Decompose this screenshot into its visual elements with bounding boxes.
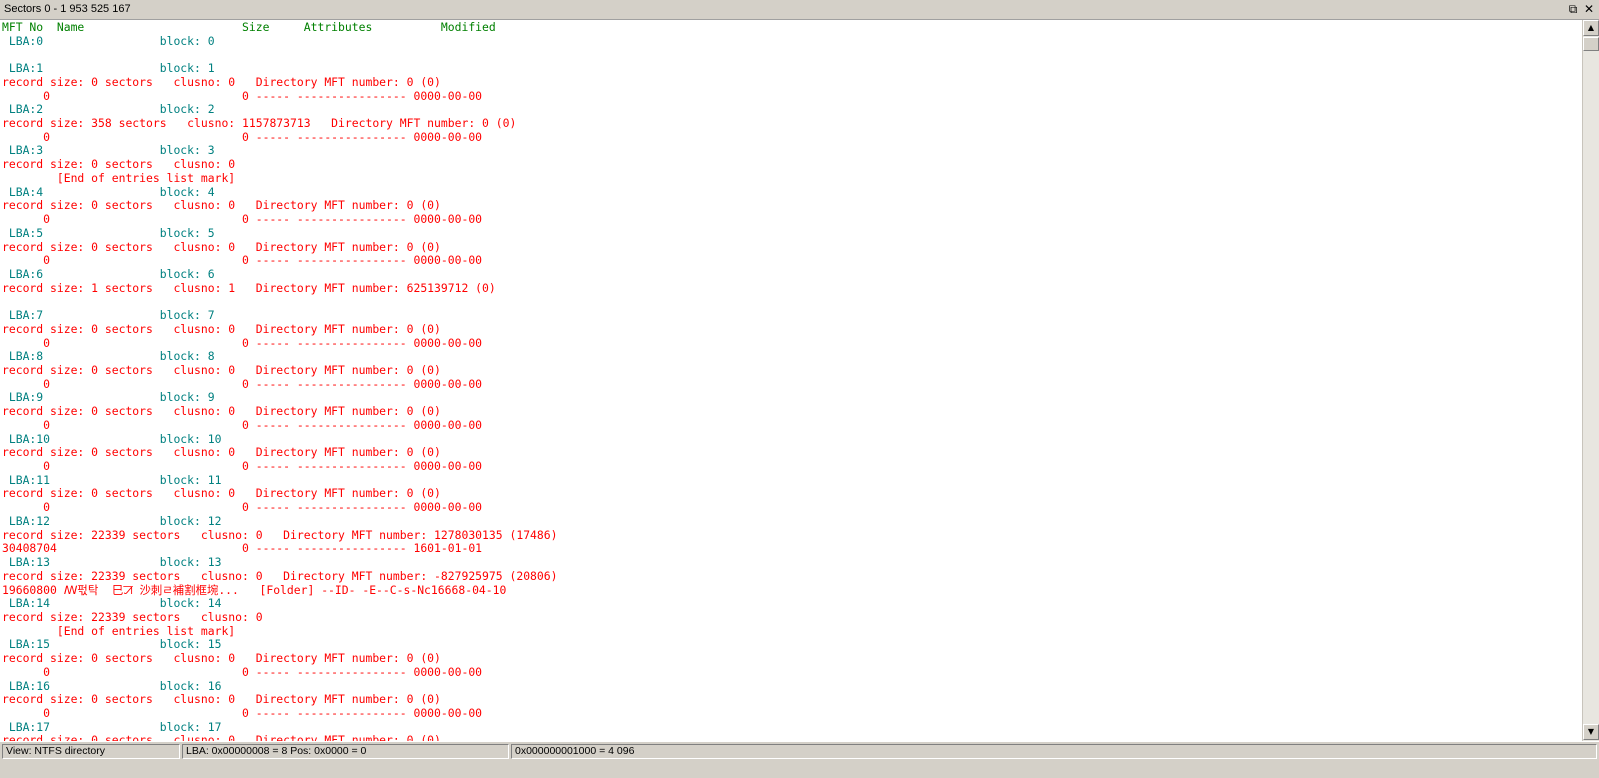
record-line: 0 0 ----- ---------------- 0000-00-00 [2,253,483,267]
record-line: record size: 0 sectors clusno: 0 Directo… [2,75,441,89]
record-line: record size: 0 sectors clusno: 0 Directo… [2,404,441,418]
record-line: record size: 0 sectors clusno: 0 Directo… [2,486,441,500]
column-header: MFT No Name Size Attributes Modified [2,20,496,34]
record-line: 0 0 ----- ---------------- 0000-00-00 [2,706,483,720]
status-bar: View: NTFS directory LBA: 0x00000008 = 8… [0,741,1599,778]
record-line: record size: 0 sectors clusno: 0 Directo… [2,445,441,459]
lba-line: LBA:10 block: 10 [2,432,222,446]
record-line: [End of entries list mark] [2,171,236,185]
record-line: record size: 1 sectors clusno: 1 Directo… [2,281,496,295]
record-line: record size: 0 sectors clusno: 0 Directo… [2,733,441,741]
window-title: Sectors 0 - 1 953 525 167 [4,3,131,15]
arrow-down-icon[interactable]: ▼ [1583,724,1599,740]
record-line: 0 0 ----- ---------------- 0000-00-00 [2,89,483,103]
lba-line: LBA:13 block: 13 [2,555,222,569]
lba-line: LBA:11 block: 11 [2,473,222,487]
record-line: record size: 22339 sectors clusno: 0 [2,610,263,624]
ntfs-directory-view[interactable]: MFT No Name Size Attributes Modified LBA… [0,20,1582,741]
record-line: 0 0 ----- ---------------- 0000-00-00 [2,500,483,514]
record-line: 0 0 ----- ---------------- 0000-00-00 [2,336,483,350]
record-line: record size: 0 sectors clusno: 0 Directo… [2,240,441,254]
lba-line: LBA:6 block: 6 [2,267,215,281]
record-line: 19660800 ꟿ퍿탁 巳ꠀ 沙刺ㄹ補割框埦... [Folder] --ID… [2,583,507,597]
lba-line: LBA:1 block: 1 [2,61,215,75]
record-line: record size: 0 sectors clusno: 0 Directo… [2,692,441,706]
lba-line: LBA:17 block: 17 [2,720,222,734]
lba-line: LBA:5 block: 5 [2,226,215,240]
record-line: record size: 0 sectors clusno: 0 Directo… [2,363,441,377]
lba-line: LBA:15 block: 15 [2,637,222,651]
lba-line: LBA:14 block: 14 [2,596,222,610]
lba-line: LBA:2 block: 2 [2,102,215,116]
record-line: [End of entries list mark] [2,624,236,638]
lba-line: LBA:12 block: 12 [2,514,222,528]
record-line: record size: 22339 sectors clusno: 0 Dir… [2,569,558,583]
lba-line: LBA:16 block: 16 [2,679,222,693]
lba-line: LBA:4 block: 4 [2,185,215,199]
close-icon[interactable]: ✕ [1582,2,1596,16]
lba-line: LBA:9 block: 9 [2,390,215,404]
scrollbar-thumb[interactable] [1583,37,1599,51]
record-line: 0 0 ----- ---------------- 0000-00-00 [2,377,483,391]
lba-line: LBA:3 block: 3 [2,143,215,157]
record-line: record size: 0 sectors clusno: 0 Directo… [2,651,441,665]
vertical-scrollbar[interactable]: ▲ ▼ [1582,20,1599,741]
lba-line: LBA:0 block: 0 [2,34,215,48]
status-lba: LBA: 0x00000008 = 8 Pos: 0x0000 = 0 [182,744,509,759]
window-titlebar: Sectors 0 - 1 953 525 167 ⧉ ✕ [0,0,1599,20]
record-line: 0 0 ----- ---------------- 0000-00-00 [2,212,483,226]
arrow-up-icon[interactable]: ▲ [1583,20,1599,36]
lba-line: LBA:7 block: 7 [2,308,215,322]
record-line: record size: 0 sectors clusno: 0 Directo… [2,322,441,336]
record-line: record size: 0 sectors clusno: 0 [2,157,236,171]
status-value: 0x000000001000 = 4 096 [511,744,1597,759]
status-view: View: NTFS directory [2,744,180,759]
record-line: 30408704 0 ----- ---------------- 1601-0… [2,541,483,555]
record-line: 0 0 ----- ---------------- 0000-00-00 [2,418,483,432]
lba-line: LBA:8 block: 8 [2,349,215,363]
record-line: record size: 0 sectors clusno: 0 Directo… [2,198,441,212]
record-line: 0 0 ----- ---------------- 0000-00-00 [2,665,483,679]
record-line: 0 0 ----- ---------------- 0000-00-00 [2,130,483,144]
restore-icon[interactable]: ⧉ [1566,2,1580,16]
record-line: record size: 358 sectors clusno: 1157873… [2,116,517,130]
record-line: 0 0 ----- ---------------- 0000-00-00 [2,459,483,473]
record-line: record size: 22339 sectors clusno: 0 Dir… [2,528,558,542]
